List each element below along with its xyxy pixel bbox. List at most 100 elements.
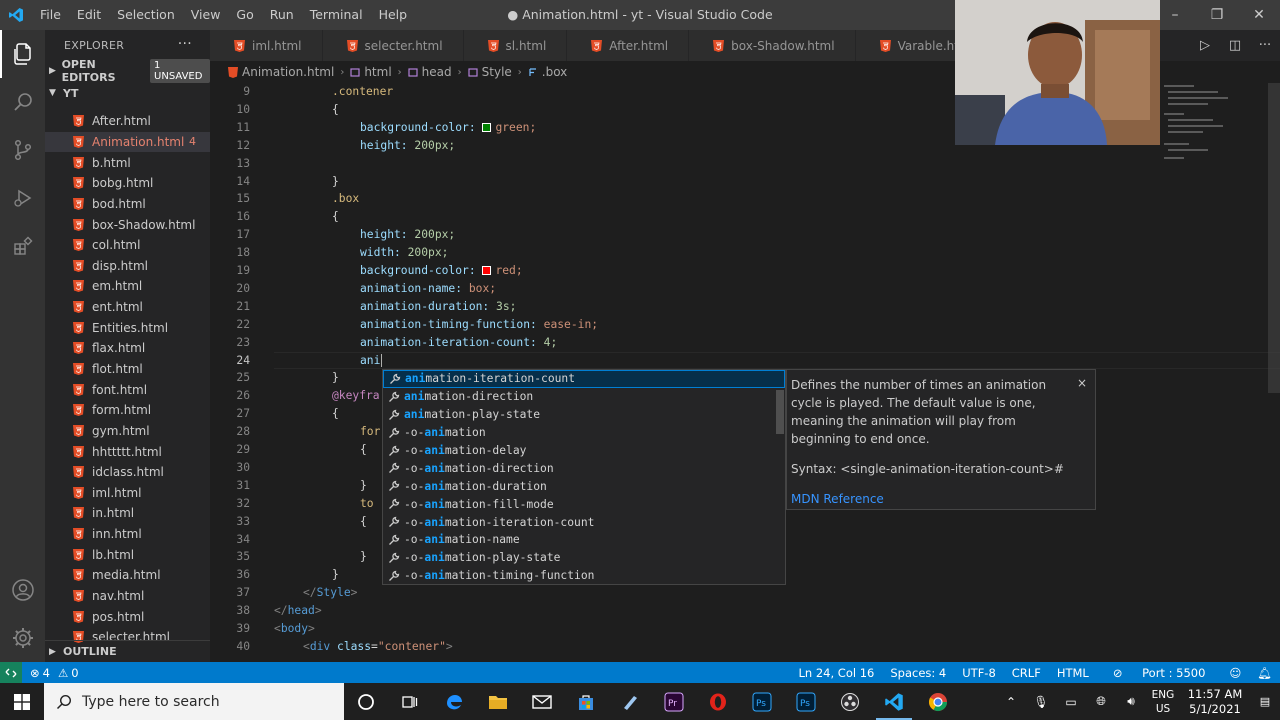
file-item[interactable]: After.html (45, 111, 210, 132)
pen-app-icon[interactable] (608, 683, 652, 720)
language-indicator[interactable]: ENG US (1146, 688, 1180, 716)
file-item[interactable]: bod.html (45, 194, 210, 215)
file-item[interactable]: ent.html (45, 297, 210, 318)
more-icon[interactable]: ··· (1250, 38, 1280, 53)
volume-icon[interactable]: 🔊︎ (1116, 694, 1146, 709)
suggestion-item[interactable]: -o-ani mation-name (383, 531, 785, 549)
problems-indicator[interactable]: ⊗ 4 ⚠ 0 (22, 666, 79, 680)
cursor-position[interactable]: Ln 24, Col 16 (791, 666, 883, 680)
breadcrumb-style[interactable]: Style (482, 65, 512, 79)
suggestion-item[interactable]: -o-ani mation-delay (383, 442, 785, 460)
vertical-scrollbar[interactable] (1268, 83, 1280, 393)
suggestion-item[interactable]: ani mation-play-state (383, 406, 785, 424)
store-icon[interactable] (564, 683, 608, 720)
file-item[interactable]: idclass.html (45, 462, 210, 483)
vscode-taskbar-icon[interactable] (872, 683, 916, 720)
account-icon[interactable] (0, 566, 45, 614)
task-view-icon[interactable] (388, 683, 432, 720)
suggestion-item[interactable]: -o-ani mation-play-state (383, 549, 785, 567)
editor-tab[interactable]: sl.html (463, 30, 568, 61)
file-item[interactable]: form.html (45, 400, 210, 421)
extensions-icon[interactable] (0, 222, 45, 270)
file-item[interactable]: Animation.html 4 (45, 131, 210, 153)
folder-section[interactable]: ▼ YT (45, 82, 210, 104)
edge-icon[interactable] (432, 683, 476, 720)
explorer-icon[interactable] (0, 30, 45, 78)
editor-tab[interactable]: iml.html (210, 30, 323, 61)
breadcrumb-html[interactable]: html (364, 65, 391, 79)
color-swatch-red[interactable] (482, 266, 492, 275)
gear-icon[interactable] (0, 614, 45, 662)
taskbar-search-box[interactable]: Type here to search (44, 683, 344, 720)
mail-icon[interactable] (520, 683, 564, 720)
menu-terminal[interactable]: Terminal (302, 0, 371, 30)
remote-icon[interactable] (0, 662, 22, 683)
more-actions-icon[interactable]: ··· (178, 36, 192, 52)
suggestion-item[interactable]: ani mation-direction (383, 388, 785, 406)
clock[interactable]: 11:57 AM 5/1/2021 (1180, 687, 1250, 717)
source-control-icon[interactable] (0, 126, 45, 174)
suggestion-item[interactable]: -o-ani mation-timing-function (383, 567, 785, 585)
menu-run[interactable]: Run (262, 0, 302, 30)
file-item[interactable]: gym.html (45, 421, 210, 442)
bell-icon[interactable]: 🔔︎ (1249, 666, 1280, 680)
close-window-icon[interactable]: ✕ (1238, 0, 1280, 30)
file-item[interactable]: inn.html (45, 524, 210, 545)
cortana-icon[interactable] (344, 683, 388, 720)
breadcrumb-head[interactable]: head (422, 65, 452, 79)
suggestion-item[interactable]: -o-ani mation-direction (383, 459, 785, 477)
suggestion-item[interactable]: -o-ani mation (383, 424, 785, 442)
minimize-icon[interactable]: – (1154, 0, 1196, 30)
file-item[interactable]: media.html (45, 565, 210, 586)
menu-go[interactable]: Go (228, 0, 261, 30)
feedback-icon[interactable]: ☺ (1221, 666, 1249, 680)
file-item[interactable]: flax.html (45, 338, 210, 359)
windows-start-icon[interactable] (0, 683, 44, 720)
file-item[interactable]: box-Shadow.html (45, 214, 210, 235)
photoshop-icon-2[interactable]: Ps (784, 683, 828, 720)
menu-help[interactable]: Help (371, 0, 416, 30)
file-item[interactable]: in.html (45, 503, 210, 524)
minimap[interactable] (1160, 83, 1270, 203)
outline-section[interactable]: ▶ OUTLINE (45, 640, 210, 662)
file-item[interactable]: em.html (45, 276, 210, 297)
end-of-line[interactable]: CRLF (1004, 666, 1049, 680)
file-item[interactable]: pos.html (45, 606, 210, 627)
suggestion-item[interactable]: -o-ani mation-iteration-count (383, 513, 785, 531)
mdn-reference-link[interactable]: MDN Reference (791, 490, 1085, 508)
color-swatch-green[interactable] (482, 122, 492, 132)
run-icon[interactable]: ▷ (1190, 38, 1220, 53)
file-item[interactable]: b.html (45, 152, 210, 173)
network-icon[interactable]: 🌐︎ (1086, 694, 1116, 709)
file-item[interactable]: Entities.html (45, 317, 210, 338)
file-item[interactable]: nav.html (45, 586, 210, 607)
file-item[interactable]: bobg.html (45, 173, 210, 194)
suggestion-item[interactable]: -o-ani mation-duration (383, 477, 785, 495)
editor-tab[interactable]: After.html (567, 30, 690, 61)
suggestion-item[interactable]: -o-ani mation-fill-mode (383, 495, 785, 513)
premiere-icon[interactable]: Pr (652, 683, 696, 720)
editor-tab[interactable]: box-Shadow.html (689, 30, 856, 61)
menu-file[interactable]: File (32, 0, 69, 30)
live-server-port[interactable]: ⊘ Port : 5500 (1097, 666, 1222, 680)
battery-icon[interactable]: ▭ (1056, 695, 1086, 709)
close-icon[interactable]: × (1077, 374, 1087, 392)
editor-tab[interactable]: selecter.html (322, 30, 464, 61)
menu-view[interactable]: View (183, 0, 229, 30)
file-item[interactable]: lb.html (45, 544, 210, 565)
file-item[interactable]: flot.html (45, 359, 210, 380)
opera-icon[interactable] (696, 683, 740, 720)
chevron-up-icon[interactable]: ⌃ (996, 695, 1026, 709)
chrome-icon[interactable] (916, 683, 960, 720)
run-debug-icon[interactable] (0, 174, 45, 222)
suggestion-item[interactable]: ani mation-iteration-count (383, 370, 785, 388)
photoshop-icon-1[interactable]: Ps (740, 683, 784, 720)
indentation[interactable]: Spaces: 4 (882, 666, 954, 680)
menu-edit[interactable]: Edit (69, 0, 109, 30)
open-editors-section[interactable]: ▶ OPEN EDITORS 1 UNSAVED (45, 58, 210, 84)
restore-icon[interactable]: ❐ (1196, 0, 1238, 30)
file-item[interactable]: disp.html (45, 255, 210, 276)
search-icon[interactable] (0, 78, 45, 126)
split-editor-icon[interactable]: ◫ (1220, 38, 1250, 53)
file-item[interactable]: hhttttt.html (45, 441, 210, 462)
